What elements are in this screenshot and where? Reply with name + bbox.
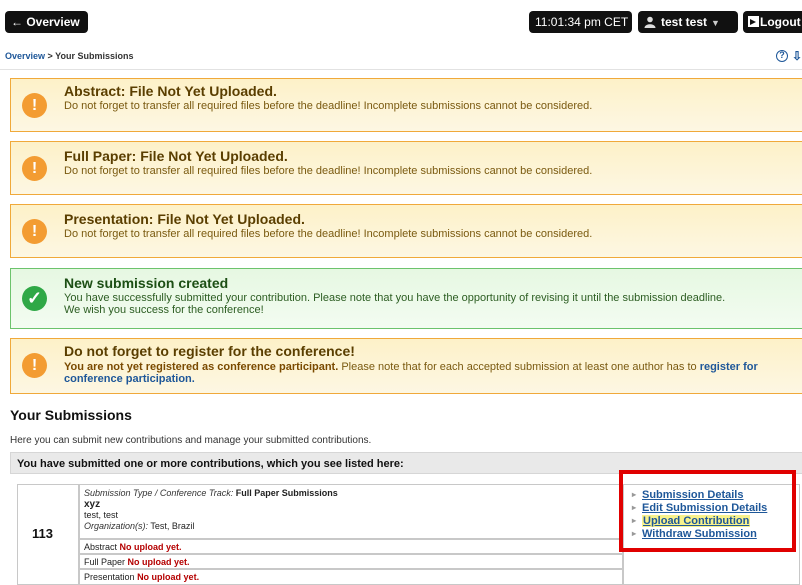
upload-row-presentation: Presentation No upload yet. (79, 569, 623, 585)
user-name: test test (661, 15, 708, 29)
alert-full-paper: ! Full Paper: File Not Yet Uploaded. Do … (10, 141, 802, 195)
alert-title: Full Paper: File Not Yet Uploaded. (64, 148, 288, 164)
upload-row-abstract: Abstract No upload yet. (79, 539, 623, 554)
alert-register: ! Do not forget to register for the conf… (10, 338, 802, 394)
submission-type: Submission Type / Conference Track: Full… (84, 488, 618, 499)
logout-button[interactable]: Logout (743, 11, 802, 33)
upload-status: No upload yet. (119, 542, 182, 552)
section-title: Your Submissions (10, 407, 132, 423)
upload-label: Full Paper (84, 557, 126, 567)
alert-text: You are not yet registered as conference… (64, 361, 764, 385)
alert-text-body: Please note that for each accepted submi… (338, 361, 700, 373)
alert-abstract: ! Abstract: File Not Yet Uploaded. Do no… (10, 78, 802, 132)
highlight-box (619, 470, 796, 552)
upload-row-full-paper: Full Paper No upload yet. (79, 554, 623, 569)
section-description: Here you can submit new contributions an… (10, 435, 372, 446)
logout-label: Logout (760, 15, 801, 29)
alert-submission-created: ✓ New submission created You have succes… (10, 268, 802, 329)
overview-button[interactable]: ← Overview (5, 11, 88, 33)
breadcrumb-overview-link[interactable]: Overview (5, 51, 45, 61)
top-bar: ← Overview 11:01:34 pm CET test test ▼ Lo… (0, 0, 802, 44)
user-icon (644, 16, 656, 28)
breadcrumb-bar: Overview > Your Submissions ? ⇩ (0, 44, 802, 70)
user-menu-button[interactable]: test test ▼ (638, 11, 738, 33)
submission-type-value: Full Paper Submissions (235, 488, 338, 498)
breadcrumb-separator: > (45, 51, 56, 61)
submission-list-header-text: You have submitted one or more contribut… (17, 458, 404, 470)
alert-text: You have successfully submitted your con… (64, 292, 726, 316)
submission-type-label: Submission Type / Conference Track: (84, 488, 234, 498)
alert-text: Do not forget to transfer all required f… (64, 165, 593, 177)
submission-authors: test, test (84, 510, 119, 520)
breadcrumb-current: Your Submissions (55, 51, 134, 61)
clock-display: 11:01:34 pm CET (529, 11, 632, 33)
alert-text: Do not forget to transfer all required f… (64, 228, 593, 240)
exclamation-icon: ! (22, 219, 47, 244)
submission-id-cell: 113 (17, 484, 79, 585)
submission-organization: Organization(s): Test, Brazil (84, 521, 618, 532)
chevron-down-icon: ▼ (711, 18, 720, 28)
alert-title: Do not forget to register for the confer… (64, 343, 355, 359)
exclamation-icon: ! (22, 93, 47, 118)
checkmark-icon: ✓ (22, 286, 47, 311)
upload-label: Presentation (84, 572, 135, 582)
org-label: Organization(s): (84, 521, 149, 531)
alert-text: Do not forget to transfer all required f… (64, 100, 593, 112)
alert-presentation: ! Presentation: File Not Yet Uploaded. D… (10, 204, 802, 258)
alert-text-bold: You are not yet registered as conference… (64, 361, 339, 373)
logout-icon (748, 16, 759, 27)
alert-title: Presentation: File Not Yet Uploaded. (64, 211, 305, 227)
upload-status: No upload yet. (127, 557, 190, 567)
breadcrumb: Overview > Your Submissions (5, 51, 134, 61)
help-icon[interactable]: ? (776, 50, 788, 62)
submission-id: 113 (32, 526, 53, 541)
upload-status: No upload yet. (137, 572, 200, 582)
exclamation-icon: ! (22, 353, 47, 378)
submission-info-cell: Submission Type / Conference Track: Full… (79, 484, 623, 539)
org-value: Test, Brazil (150, 521, 195, 531)
alert-title: Abstract: File Not Yet Uploaded. (64, 83, 277, 99)
upload-label: Abstract (84, 542, 118, 552)
exclamation-icon: ! (22, 156, 47, 181)
submission-title: xyz (84, 499, 101, 510)
download-icon[interactable]: ⇩ (792, 49, 802, 63)
alert-title: New submission created (64, 275, 229, 291)
